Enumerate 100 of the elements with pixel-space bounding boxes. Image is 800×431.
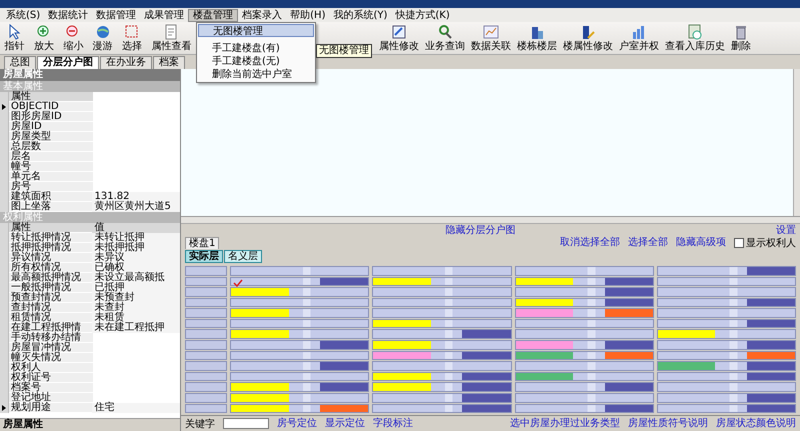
unit-cell[interactable] <box>514 276 654 286</box>
unit-cell[interactable] <box>372 276 512 286</box>
floor-toggle-button[interactable]: 名义层 <box>224 250 262 263</box>
keyword-field[interactable] <box>223 418 269 429</box>
menu-item[interactable]: 数据管理 <box>92 8 140 22</box>
unit-cell[interactable] <box>372 298 512 308</box>
unit-cell[interactable] <box>230 340 370 350</box>
unit-cell[interactable] <box>230 329 370 340</box>
unit-cell[interactable] <box>230 276 370 286</box>
menu-item[interactable]: 成果管理 <box>140 8 188 22</box>
unit-cell[interactable] <box>656 392 796 403</box>
menu-item[interactable]: 数据统计 <box>44 8 92 22</box>
unit-cell[interactable] <box>514 298 654 308</box>
unit-cell[interactable] <box>230 382 370 392</box>
unit-cell[interactable] <box>230 361 370 371</box>
unit-cell[interactable] <box>514 350 654 360</box>
unit-cell[interactable] <box>656 382 796 392</box>
unit-cell[interactable] <box>230 372 370 382</box>
toolbar-button[interactable]: 属性修改 <box>376 22 422 54</box>
unit-cell[interactable] <box>372 404 512 414</box>
building-tab[interactable]: 楼盘1 <box>185 236 220 248</box>
toolbar-button[interactable]: 属性查看 <box>148 22 194 54</box>
floor-toggle-button[interactable]: 实际层 <box>185 250 223 263</box>
settings-link[interactable]: 设置 <box>776 224 796 236</box>
toolbar-button[interactable]: 楼栋楼层 <box>514 22 560 54</box>
unit-cell[interactable] <box>230 298 370 308</box>
unit-cell[interactable] <box>372 287 512 297</box>
unit-cell[interactable] <box>372 308 512 318</box>
unit-cell[interactable] <box>372 350 512 360</box>
toolbar-button[interactable]: 缩小 <box>60 22 86 54</box>
unit-cell[interactable] <box>372 318 512 328</box>
unit-cell[interactable] <box>656 266 796 276</box>
unit-cell[interactable] <box>230 266 370 276</box>
unit-cell[interactable] <box>514 287 654 297</box>
unit-cell[interactable] <box>230 308 370 318</box>
menu-item[interactable]: 系统(S) <box>2 8 44 22</box>
unit-cell[interactable] <box>514 340 654 350</box>
tab[interactable]: 分层分户图 <box>37 56 99 69</box>
toolbar-button[interactable]: 楼属性修改 <box>560 22 616 54</box>
menu-item[interactable]: 档案录入 <box>238 8 286 22</box>
action-link[interactable]: 取消选择全部 <box>560 237 620 248</box>
dropdown-item[interactable]: 无图楼管理 <box>198 24 314 37</box>
menu-item[interactable]: 快捷方式(K) <box>391 8 454 22</box>
toolbar-button[interactable]: 业务查询 <box>422 22 468 54</box>
unit-cell[interactable] <box>514 308 654 318</box>
unit-cell[interactable] <box>656 298 796 308</box>
toolbar-button[interactable]: 放大 <box>30 22 57 54</box>
locate-link[interactable]: 显示定位 <box>325 418 365 429</box>
unit-cell[interactable] <box>656 287 796 297</box>
dropdown-item[interactable]: 手工建楼盘(有) <box>198 42 314 55</box>
unit-cell[interactable] <box>372 361 512 371</box>
unit-cell[interactable] <box>656 318 796 328</box>
unit-cell[interactable] <box>514 361 654 371</box>
toolbar-button[interactable]: 指针 <box>2 22 28 54</box>
unit-cell[interactable] <box>372 382 512 392</box>
unit-cell[interactable] <box>514 382 654 392</box>
unit-cell[interactable] <box>656 350 796 360</box>
unit-cell[interactable] <box>514 318 654 328</box>
legend-link[interactable]: 房屋状态颜色说明 <box>716 418 796 429</box>
unit-cell[interactable] <box>656 372 796 382</box>
unit-cell[interactable] <box>656 329 796 340</box>
unit-cell[interactable] <box>372 329 512 340</box>
unit-cell[interactable] <box>230 404 370 414</box>
unit-cell[interactable] <box>230 350 370 360</box>
toolbar-button[interactable]: 查看入库历史 <box>662 22 728 54</box>
unit-cell[interactable] <box>656 361 796 371</box>
unit-cell[interactable] <box>514 329 654 340</box>
unit-cell[interactable] <box>656 340 796 350</box>
unit-cell[interactable] <box>656 276 796 286</box>
toolbar-button[interactable]: 户室并权 <box>616 22 662 54</box>
toolbar-button[interactable]: 漫游 <box>90 22 116 54</box>
hide-link[interactable]: 隐藏分层分户图 <box>446 224 516 236</box>
unit-cell[interactable] <box>372 392 512 403</box>
unit-cell[interactable] <box>514 266 654 276</box>
scrollbar[interactable] <box>793 69 800 216</box>
menu-item[interactable]: 帮助(H) <box>286 8 330 22</box>
show-owner-checkbox[interactable]: 显示权利人 <box>734 236 796 250</box>
unit-cell[interactable] <box>372 266 512 276</box>
locate-link[interactable]: 字段标注 <box>373 418 413 429</box>
unit-cell[interactable] <box>230 392 370 403</box>
toolbar-button[interactable]: 删除 <box>728 22 754 54</box>
locate-link[interactable]: 房号定位 <box>277 418 317 429</box>
unit-cell[interactable] <box>514 392 654 403</box>
dropdown-item[interactable]: 删除当前选中户室 <box>198 68 314 81</box>
legend-link[interactable]: 选中房屋办理过业务类型 <box>510 418 620 429</box>
action-link[interactable]: 选择全部 <box>628 237 668 248</box>
unit-cell[interactable] <box>230 318 370 328</box>
toolbar-button[interactable]: 选择 <box>118 22 145 54</box>
unit-cell[interactable] <box>372 340 512 350</box>
legend-link[interactable]: 房屋性质符号说明 <box>628 418 708 429</box>
menu-item[interactable]: 我的系统(Y) <box>329 8 392 22</box>
unit-cell[interactable] <box>230 287 370 297</box>
unit-cell[interactable] <box>656 308 796 318</box>
menu-item[interactable]: 楼盘管理 <box>188 8 238 22</box>
toolbar-button[interactable]: 数据关联 <box>468 22 514 54</box>
tab[interactable]: 档案 <box>153 56 185 69</box>
tab[interactable]: 在办业务 <box>100 56 152 69</box>
scrollbar[interactable] <box>181 217 800 224</box>
action-link[interactable]: 隐藏高级项 <box>676 237 726 248</box>
unit-cell[interactable] <box>514 404 654 414</box>
